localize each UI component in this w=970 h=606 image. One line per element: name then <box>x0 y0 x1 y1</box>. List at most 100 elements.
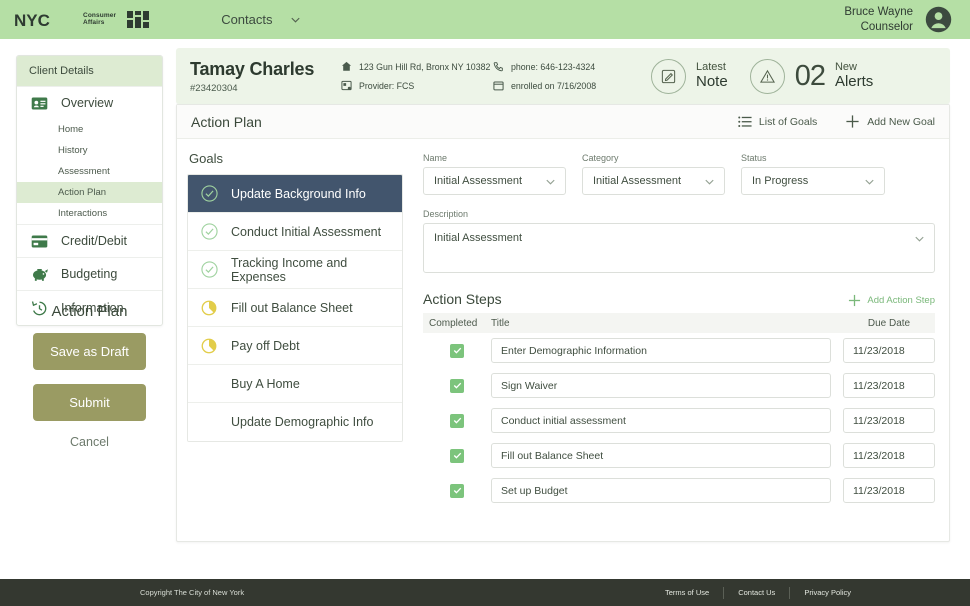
goal-item[interactable]: Update Background Info <box>188 175 402 213</box>
edit-note-icon <box>660 68 677 85</box>
nyc-wordmark-icon: NYC <box>14 11 76 29</box>
list-of-goals-button[interactable]: List of Goals <box>738 116 817 128</box>
status-select[interactable]: In Progress <box>741 167 885 195</box>
description-textarea[interactable]: Initial Assessment <box>423 223 935 273</box>
sidebar-subitem-home[interactable]: Home <box>17 119 162 140</box>
logo-line-2: Affairs <box>83 20 116 27</box>
list-icon <box>738 116 752 128</box>
table-row <box>423 438 935 473</box>
piggy-bank-icon <box>29 267 50 281</box>
action-plan-toolbar: Action Plan List of Goals Add New Goal <box>177 105 949 139</box>
credit-card-icon <box>29 235 50 248</box>
add-action-step-button[interactable]: Add Action Step <box>848 294 935 307</box>
client-phone-row: phone: 646-123-4324 <box>493 61 633 72</box>
client-address: 123 Gun Hill Rd, Bronx NY 10382 <box>359 62 490 72</box>
goal-item[interactable]: Buy A Home <box>188 365 402 403</box>
row-title-cell <box>491 443 843 468</box>
goal-item[interactable]: Update Demographic Info <box>188 403 402 441</box>
goal-item[interactable]: Pay off Debt <box>188 327 402 365</box>
submit-button[interactable]: Submit <box>33 384 146 421</box>
name-value: Initial Assessment <box>434 175 544 187</box>
sidebar-item-credit-debit[interactable]: Credit/Debit <box>17 224 162 257</box>
step-due-date-input[interactable] <box>843 408 935 433</box>
alerts-label-small: New <box>835 61 873 73</box>
page-footer: Copyright The City of New York Terms of … <box>0 579 970 606</box>
user-account-block[interactable]: Bruce Wayne Counselor <box>844 5 952 34</box>
sidebar-subitem-history[interactable]: History <box>17 140 162 161</box>
sidebar-subitem-assessment[interactable]: Assessment <box>17 161 162 182</box>
step-title-input[interactable] <box>491 478 831 503</box>
step-title-input[interactable] <box>491 443 831 468</box>
step-due-date-input[interactable] <box>843 338 935 363</box>
category-field-group: Category Initial Assessment <box>582 153 725 195</box>
phone-icon <box>493 61 504 72</box>
table-row <box>423 333 935 368</box>
goals-title: Goals <box>187 151 403 166</box>
goal-label: Buy A Home <box>231 377 300 391</box>
add-new-goal-label: Add New Goal <box>867 116 935 128</box>
action-plan-form-controls: Action Plan Save as Draft Submit Cancel <box>16 303 163 449</box>
status-value: In Progress <box>752 175 863 187</box>
step-title-input[interactable] <box>491 373 831 398</box>
alerts-text: New Alerts <box>835 61 873 90</box>
description-value: Initial Assessment <box>434 232 522 244</box>
note-circle <box>651 59 686 94</box>
plus-icon <box>848 294 861 307</box>
sidebar-item-overview[interactable]: Overview <box>17 86 162 119</box>
list-of-goals-label: List of Goals <box>759 116 817 128</box>
action-steps-header: Action Steps Add Action Step <box>423 291 935 307</box>
sidebar-subitem-action-plan[interactable]: Action Plan <box>17 182 162 203</box>
goal-label: Update Background Info <box>231 187 366 201</box>
completed-checkbox[interactable] <box>450 449 464 463</box>
alerts-label-big: Alerts <box>835 74 873 91</box>
avatar-icon[interactable] <box>925 6 952 33</box>
nyc-consumer-affairs-logo[interactable]: NYC Consumer Affairs <box>14 11 149 29</box>
step-due-date-input[interactable] <box>843 443 935 468</box>
row-title-cell <box>491 408 843 433</box>
new-alerts-widget[interactable]: 02 New Alerts <box>750 59 874 94</box>
completed-checkbox[interactable] <box>450 414 464 428</box>
completed-checkbox[interactable] <box>450 379 464 393</box>
nav-contacts[interactable]: Contacts <box>221 12 301 27</box>
category-select[interactable]: Initial Assessment <box>582 167 725 195</box>
sidebar-subitem-interactions[interactable]: Interactions <box>17 203 162 224</box>
sidebar-credit-debit-label: Credit/Debit <box>61 234 127 248</box>
footer-link-privacy[interactable]: Privacy Policy <box>789 587 865 599</box>
client-address-column: 123 Gun Hill Rd, Bronx NY 10382 Provider… <box>341 61 493 91</box>
goal-item[interactable]: Tracking Income and Expenses <box>188 251 402 289</box>
step-due-date-input[interactable] <box>843 478 935 503</box>
table-row <box>423 403 935 438</box>
category-label: Category <box>582 153 725 163</box>
footer-link-contact[interactable]: Contact Us <box>723 587 789 599</box>
chevron-down-icon[interactable] <box>913 232 926 245</box>
page-title: Action Plan <box>191 114 262 130</box>
step-title-input[interactable] <box>491 408 831 433</box>
goal-item[interactable]: Fill out Balance Sheet <box>188 289 402 327</box>
row-due-cell <box>843 373 935 398</box>
row-completed-cell <box>423 414 491 428</box>
save-as-draft-button[interactable]: Save as Draft <box>33 333 146 370</box>
goals-column: Goals Update Background Info <box>187 151 403 508</box>
footer-links: Terms of Use Contact Us Privacy Policy <box>651 587 865 599</box>
cancel-button[interactable]: Cancel <box>16 435 163 449</box>
nav-contacts-label: Contacts <box>221 12 272 27</box>
sidebar-item-budgeting[interactable]: Budgeting <box>17 257 162 290</box>
pie-progress-icon <box>201 337 219 355</box>
goal-item[interactable]: Conduct Initial Assessment <box>188 213 402 251</box>
step-title-input[interactable] <box>491 338 831 363</box>
row-due-cell <box>843 408 935 433</box>
sidebar-subitem-home-label: Home <box>58 124 83 135</box>
completed-checkbox[interactable] <box>450 344 464 358</box>
row-completed-cell <box>423 449 491 463</box>
name-select[interactable]: Initial Assessment <box>423 167 566 195</box>
chevron-down-icon[interactable] <box>289 13 302 26</box>
add-new-goal-button[interactable]: Add New Goal <box>845 114 935 129</box>
table-row <box>423 368 935 403</box>
completed-checkbox[interactable] <box>450 484 464 498</box>
col-completed: Completed <box>423 318 491 329</box>
latest-note-widget[interactable]: Latest Note <box>651 59 728 94</box>
step-due-date-input[interactable] <box>843 373 935 398</box>
name-field-group: Name Initial Assessment <box>423 153 566 195</box>
client-name: Tamay Charles <box>190 59 341 80</box>
footer-link-terms[interactable]: Terms of Use <box>651 587 723 599</box>
